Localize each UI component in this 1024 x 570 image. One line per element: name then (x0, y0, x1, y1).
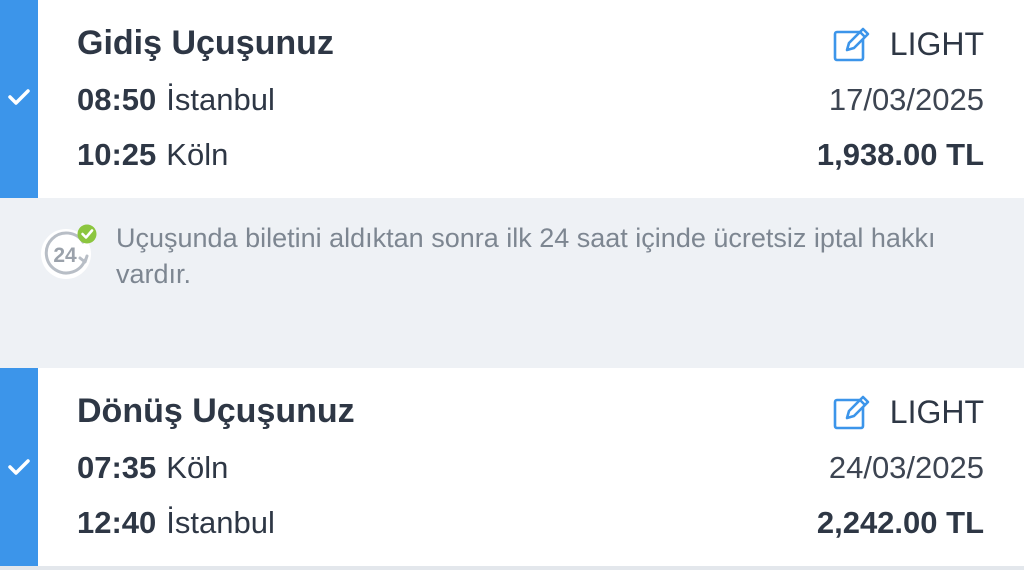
free-cancellation-notice: 24 Uçuşunda biletini aldıktan sonra ilk … (0, 198, 1024, 368)
return-title: Dönüş Uçuşunuz (77, 392, 355, 430)
check-icon (8, 89, 30, 105)
notice-icon-text: 24 (53, 244, 77, 267)
outbound-departure: 08:50 İstanbul (77, 82, 275, 118)
arrival-time: 12:40 (77, 505, 157, 540)
outbound-title: Gidiş Uçuşunuz (77, 24, 334, 62)
outbound-flight-card[interactable]: Gidiş Uçuşunuz LIGHT 08:50 İstanbul 17/03… (0, 0, 1024, 198)
outbound-arrival: 10:25 Köln (77, 137, 228, 173)
fare-label: LIGHT (889, 393, 984, 430)
departure-time: 08:50 (77, 82, 157, 117)
edit-icon[interactable] (832, 392, 872, 432)
fare-label: LIGHT (889, 25, 984, 62)
arrival-time: 10:25 (77, 137, 157, 172)
return-price: 2,242.00 TL (816, 505, 984, 540)
departure-city: İstanbul (166, 82, 275, 117)
check-icon (8, 459, 30, 475)
selected-indicator-bar (0, 0, 38, 198)
edit-icon[interactable] (832, 24, 872, 64)
return-date: 24/03/2025 (828, 450, 984, 485)
return-flight-card[interactable]: Dönüş Uçuşunuz LIGHT 07:35 Köln 24/03/202… (0, 368, 1024, 566)
return-departure: 07:35 Köln (77, 450, 228, 486)
arrival-city: Köln (166, 137, 229, 172)
return-fare-type[interactable]: LIGHT (832, 390, 984, 434)
return-arrival: 12:40 İstanbul (77, 505, 275, 541)
departure-city: Köln (166, 450, 229, 485)
outbound-date: 17/03/2025 (828, 82, 984, 117)
24-hour-cancel-icon: 24 (41, 224, 97, 279)
arrival-city: İstanbul (166, 505, 275, 540)
notice-text: Uçuşunda biletini aldıktan sonra ilk 24 … (116, 223, 936, 289)
bottom-divider (0, 566, 1024, 570)
selected-indicator-bar (0, 368, 38, 566)
outbound-fare-type[interactable]: LIGHT (832, 22, 984, 66)
departure-time: 07:35 (77, 450, 157, 485)
outbound-price: 1,938.00 TL (816, 137, 984, 172)
